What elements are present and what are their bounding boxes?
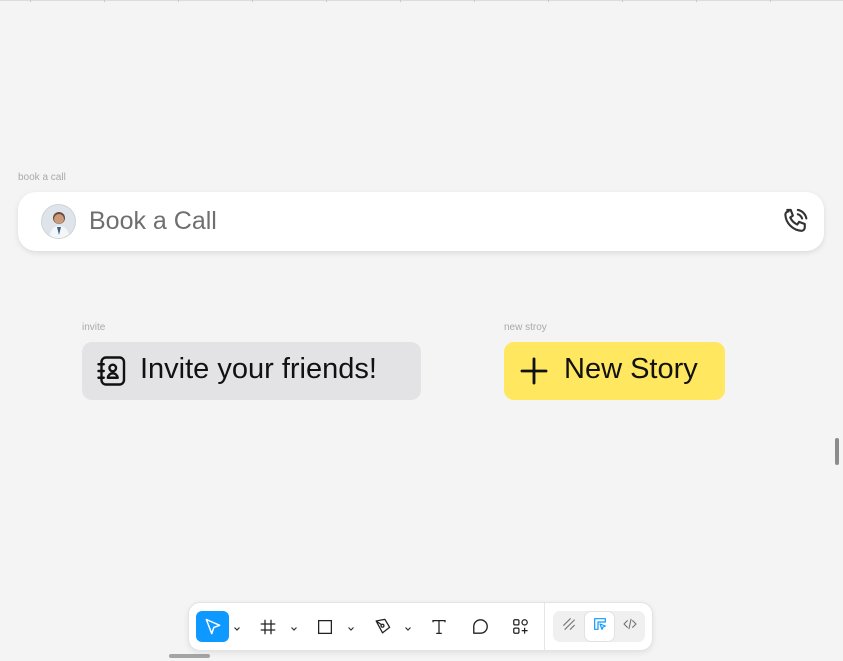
new-story-label: New Story: [564, 353, 698, 385]
comment-tool-button[interactable]: [465, 611, 495, 642]
pen-icon: [373, 617, 392, 636]
ruler-tick: [770, 0, 771, 2]
cursor-icon: [203, 617, 223, 637]
move-tool-button[interactable]: [196, 611, 229, 642]
design-mode-button[interactable]: [585, 612, 614, 641]
actions-icon: [511, 617, 530, 636]
ruler-tick: [252, 0, 253, 2]
mode-switcher: [553, 611, 645, 642]
phone-call-icon[interactable]: [778, 205, 812, 239]
book-call-label: Book a Call: [89, 207, 217, 235]
frame-label-invite[interactable]: invite: [82, 322, 105, 333]
contact-book-icon: [94, 353, 130, 389]
ruler-tick: [104, 0, 105, 2]
shape-tool-button[interactable]: [310, 611, 340, 642]
book-call-bar[interactable]: Book a Call: [18, 192, 824, 251]
vertical-scrollbar[interactable]: [835, 438, 839, 465]
code-icon: [622, 616, 638, 637]
ruler-tick: [548, 0, 549, 2]
frame-label-new-story[interactable]: new stroy: [504, 322, 547, 333]
draw-mode-button[interactable]: [554, 612, 583, 641]
bottom-toolbar: [188, 602, 653, 651]
top-ruler: [0, 0, 843, 2]
comment-icon: [471, 617, 490, 636]
invite-friends-button[interactable]: Invite your friends!: [82, 342, 421, 400]
draw-icon: [561, 616, 577, 637]
ruler-tick: [474, 0, 475, 2]
frame-hash-icon: [259, 618, 277, 636]
design-icon: [592, 616, 608, 637]
chevron-down-icon[interactable]: [404, 620, 412, 631]
invite-friends-label: Invite your friends!: [140, 353, 377, 385]
chevron-down-icon[interactable]: [233, 620, 241, 631]
chevron-down-icon[interactable]: [347, 620, 355, 631]
user-avatar: [41, 204, 76, 239]
ruler-tick: [326, 0, 327, 2]
frame-label-book-a-call[interactable]: book a call: [18, 172, 66, 183]
actions-tool-button[interactable]: [505, 611, 535, 642]
ruler-tick: [178, 0, 179, 2]
ruler-tick: [30, 0, 31, 2]
text-icon: [430, 618, 448, 636]
new-story-button[interactable]: New Story: [504, 342, 725, 400]
plus-icon: [517, 354, 551, 388]
ruler-tick: [622, 0, 623, 2]
frame-tool-button[interactable]: [253, 611, 283, 642]
text-tool-button[interactable]: [424, 611, 454, 642]
chevron-down-icon[interactable]: [290, 620, 298, 631]
rectangle-icon: [316, 618, 334, 636]
ruler-tick: [400, 0, 401, 2]
horizontal-scrollbar[interactable]: [169, 654, 210, 658]
pen-tool-button[interactable]: [367, 611, 397, 642]
ruler-tick: [696, 0, 697, 2]
dev-mode-button[interactable]: [615, 612, 644, 641]
toolbar-divider: [544, 603, 545, 650]
